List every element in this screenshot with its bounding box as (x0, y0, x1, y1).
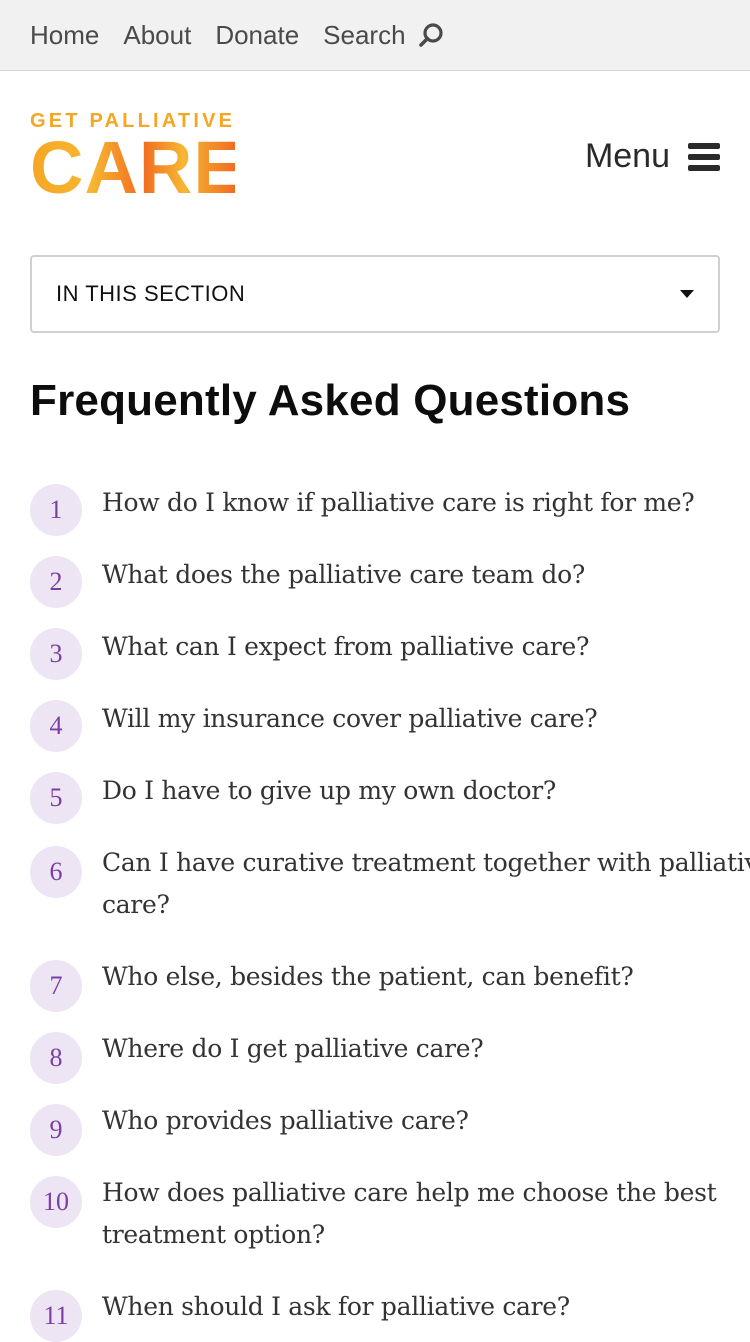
page-title: Frequently Asked Questions (30, 376, 631, 425)
faq-question-link[interactable]: Who provides palliative care? (102, 1100, 750, 1142)
faq-number-badge: 11 (30, 1290, 82, 1342)
menu-button[interactable]: Menu (585, 137, 720, 176)
site-header: GET PALLIATIVE CARE Menu (0, 71, 750, 254)
faq-question-link[interactable]: Who else, besides the patient, can benef… (102, 956, 750, 998)
nav-search-link[interactable]: Search (323, 0, 443, 71)
faq-number-badge: 1 (30, 484, 82, 536)
nav-search-label: Search (323, 19, 406, 50)
search-icon (418, 23, 443, 47)
in-this-section-dropdown[interactable]: IN THIS SECTION (30, 255, 720, 333)
faq-number-badge: 6 (30, 846, 82, 898)
faq-item[interactable]: 8 Where do I get palliative care? (30, 1028, 750, 1084)
top-nav: Home About Donate Search (0, 0, 750, 71)
faq-number-badge: 10 (30, 1176, 82, 1228)
faq-item[interactable]: 3 What can I expect from palliative care? (30, 626, 750, 680)
faq-question-link[interactable]: When should I ask for palliative care? (102, 1286, 750, 1328)
faq-item[interactable]: 4 Will my insurance cover palliative care… (30, 698, 750, 752)
faq-item[interactable]: 2 What does the palliative care team do? (30, 554, 750, 608)
nav-home-link[interactable]: Home (30, 0, 99, 71)
faq-number-badge: 9 (30, 1104, 82, 1156)
faq-question-link[interactable]: How do I know if palliative care is righ… (102, 482, 750, 524)
faq-item[interactable]: 11 When should I ask for palliative care? (30, 1286, 750, 1342)
faq-question-link[interactable]: Where do I get palliative care? (102, 1028, 750, 1070)
caret-down-icon (680, 290, 694, 298)
faq-item[interactable]: 5 Do I have to give up my own doctor? (30, 770, 750, 824)
nav-about-link[interactable]: About (123, 0, 191, 71)
faq-item[interactable]: 10 How does palliative care help me choos… (30, 1172, 750, 1256)
logo-wordmark: CARE (30, 126, 244, 209)
faq-number-badge: 5 (30, 772, 82, 824)
nav-donate-link[interactable]: Donate (215, 0, 299, 71)
faq-question-link[interactable]: Will my insurance cover palliative care? (102, 698, 750, 740)
faq-item[interactable]: 6 Can I have curative treatment together … (30, 842, 750, 926)
faq-question-link[interactable]: Do I have to give up my own doctor? (102, 770, 750, 812)
faq-number-badge: 4 (30, 700, 82, 752)
menu-label: Menu (584, 137, 670, 175)
faq-number-badge: 2 (30, 556, 82, 608)
faq-item[interactable]: 1 How do I know if palliative care is rig… (30, 482, 750, 536)
get-palliative-care-logo[interactable]: GET PALLIATIVE CARE (30, 111, 244, 209)
faq-question-link[interactable]: What does the palliative care team do? (102, 554, 750, 596)
faq-question-link[interactable]: Can I have curative treatment together w… (102, 842, 750, 926)
faq-item[interactable]: 9 Who provides palliative care? (30, 1100, 750, 1156)
hamburger-icon (688, 142, 720, 171)
faq-item[interactable]: 7 Who else, besides the patient, can bene… (30, 956, 750, 1012)
faq-question-link[interactable]: How does palliative care help me choose … (102, 1172, 750, 1256)
faq-number-badge: 3 (30, 628, 82, 680)
faq-number-badge: 8 (30, 1032, 82, 1084)
dropdown-label: IN THIS SECTION (56, 281, 246, 306)
faq-question-link[interactable]: What can I expect from palliative care? (102, 626, 750, 668)
faq-number-badge: 7 (30, 960, 82, 1012)
